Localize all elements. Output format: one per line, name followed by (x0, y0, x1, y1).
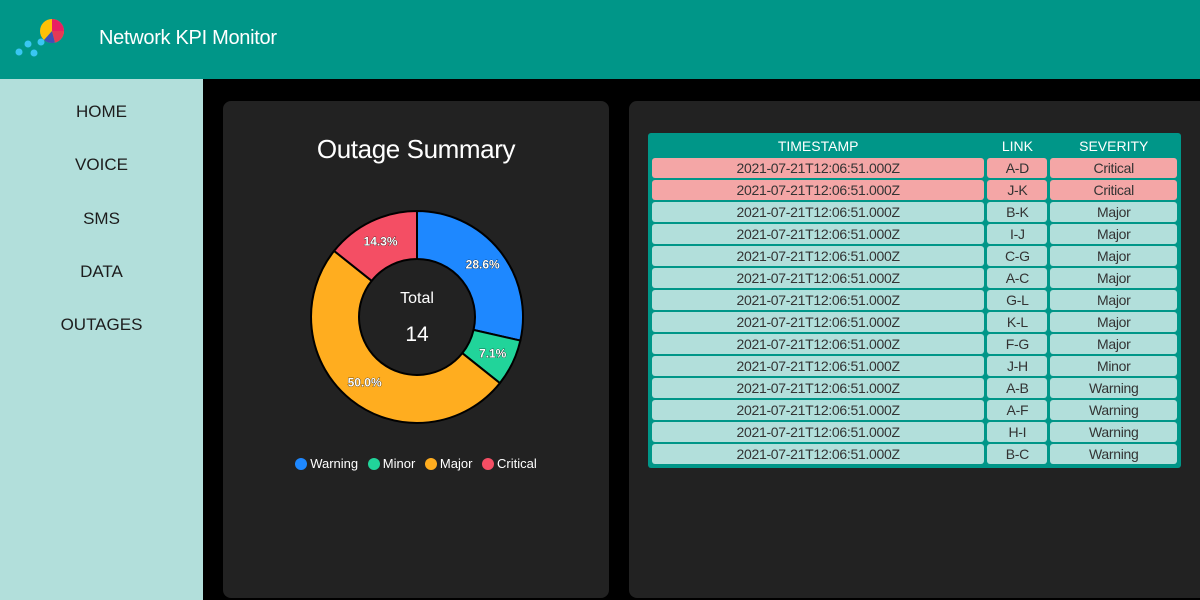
cell-timestamp: 2021-07-21T12:06:51.000Z (652, 246, 985, 266)
cell-severity: Major (1050, 224, 1177, 244)
cell-severity: Major (1050, 312, 1177, 332)
table-row[interactable]: 2021-07-21T12:06:51.000Z K-L Major (652, 312, 1177, 332)
table-header-row: TIMESTAMP LINK SEVERITY (652, 136, 1177, 156)
slice-percent-label: 7.1% (479, 346, 507, 360)
slice-percent-label: 28.6% (466, 258, 500, 272)
cell-link: I-J (987, 224, 1048, 244)
table-row[interactable]: 2021-07-21T12:06:51.000Z A-F Warning (652, 400, 1177, 420)
table-body: 2021-07-21T12:06:51.000Z A-D Critical 2021-… (652, 158, 1177, 464)
table-row[interactable]: 2021-07-21T12:06:51.000Z A-B Warning (652, 378, 1177, 398)
table-row[interactable]: 2021-07-21T12:06:51.000Z B-K Major (652, 202, 1177, 222)
cell-link: K-L (987, 312, 1048, 332)
cell-link: J-H (987, 356, 1048, 376)
cell-severity: Warning (1050, 378, 1177, 398)
cell-link: A-F (987, 400, 1048, 420)
cell-link: A-B (987, 378, 1048, 398)
cell-severity: Major (1050, 202, 1177, 222)
column-header-severity[interactable]: SEVERITY (1050, 136, 1177, 156)
cell-timestamp: 2021-07-21T12:06:51.000Z (652, 224, 985, 244)
sidebar-item-outages[interactable]: OUTAGES (0, 307, 203, 343)
legend-label: Critical (497, 456, 537, 471)
column-header-timestamp[interactable]: TIMESTAMP (652, 136, 984, 156)
cell-link: B-K (987, 202, 1048, 222)
slice-percent-label: 50.0% (348, 376, 382, 390)
cell-timestamp: 2021-07-21T12:06:51.000Z (652, 400, 985, 420)
chart-legend: Warning Minor Major Critical (223, 456, 609, 471)
cell-timestamp: 2021-07-21T12:06:51.000Z (652, 158, 985, 178)
cell-timestamp: 2021-07-21T12:06:51.000Z (652, 290, 985, 310)
cell-severity: Major (1050, 268, 1177, 288)
cell-timestamp: 2021-07-21T12:06:51.000Z (652, 378, 985, 398)
legend-swatch (482, 458, 495, 470)
legend-label: Major (439, 456, 473, 471)
cell-timestamp: 2021-07-21T12:06:51.000Z (652, 444, 985, 464)
legend-item-major[interactable]: Major (424, 456, 473, 471)
table-row[interactable]: 2021-07-21T12:06:51.000Z I-J Major (652, 224, 1177, 244)
cell-severity: Major (1050, 334, 1177, 354)
legend-label: Warning (310, 456, 359, 471)
cell-timestamp: 2021-07-21T12:06:51.000Z (652, 268, 985, 288)
column-header-link[interactable]: LINK (987, 136, 1047, 156)
outage-table: TIMESTAMP LINK SEVERITY 2021-07-21T12:06… (648, 133, 1181, 468)
cell-timestamp: 2021-07-21T12:06:51.000Z (652, 422, 985, 442)
table-row[interactable]: 2021-07-21T12:06:51.000Z J-K Critical (652, 180, 1177, 200)
cell-severity: Warning (1050, 400, 1177, 420)
cell-timestamp: 2021-07-21T12:06:51.000Z (652, 334, 985, 354)
sidebar-item-sms[interactable]: SMS (0, 201, 203, 237)
pie-chart-dots-logo-icon[interactable] (14, 14, 68, 60)
sidebar-item-voice[interactable]: VOICE (0, 147, 203, 183)
cell-link: A-D (987, 158, 1048, 178)
cell-link: J-K (987, 180, 1048, 200)
legend-label: Minor (382, 456, 416, 471)
slice-percent-label: 14.3% (364, 234, 398, 248)
cell-timestamp: 2021-07-21T12:06:51.000Z (652, 202, 985, 222)
cell-severity: Major (1050, 290, 1177, 310)
cell-link: F-G (987, 334, 1048, 354)
table-row[interactable]: 2021-07-21T12:06:51.000Z A-C Major (652, 268, 1177, 288)
donut-slice-warning[interactable] (416, 209, 524, 342)
cell-timestamp: 2021-07-21T12:06:51.000Z (652, 180, 985, 200)
table-row[interactable]: 2021-07-21T12:06:51.000Z J-H Minor (652, 356, 1177, 376)
cell-severity: Minor (1050, 356, 1177, 376)
cell-severity: Critical (1050, 180, 1177, 200)
legend-swatch (295, 458, 308, 470)
cell-link: G-L (987, 290, 1048, 310)
cell-severity: Warning (1050, 422, 1177, 442)
cell-timestamp: 2021-07-21T12:06:51.000Z (652, 312, 985, 332)
cell-severity: Warning (1050, 444, 1177, 464)
legend-swatch (424, 458, 437, 470)
cell-link: H-I (987, 422, 1048, 442)
table-row[interactable]: 2021-07-21T12:06:51.000Z A-D Critical (652, 158, 1177, 178)
top-app-bar: Network KPI Monitor (0, 0, 1200, 79)
cell-link: C-G (987, 246, 1048, 266)
table-row[interactable]: 2021-07-21T12:06:51.000Z F-G Major (652, 334, 1177, 354)
outage-table-panel: TIMESTAMP LINK SEVERITY 2021-07-21T12:06… (629, 101, 1200, 598)
cell-severity: Major (1050, 246, 1177, 266)
cell-severity: Critical (1050, 158, 1177, 178)
table-row[interactable]: 2021-07-21T12:06:51.000Z H-I Warning (652, 422, 1177, 442)
legend-item-critical[interactable]: Critical (482, 456, 537, 471)
legend-item-warning[interactable]: Warning (295, 456, 358, 471)
cell-link: B-C (987, 444, 1048, 464)
outage-donut-chart: 28.6% 7.1% 50.0% 14.3% Total 14 (310, 209, 524, 424)
cell-timestamp: 2021-07-21T12:06:51.000Z (652, 356, 985, 376)
table-row[interactable]: 2021-07-21T12:06:51.000Z G-L Major (652, 290, 1177, 310)
table-row[interactable]: 2021-07-21T12:06:51.000Z C-G Major (652, 246, 1177, 266)
outage-summary-panel: Outage Summary 28.6% 7.1% 50.0% 14.3% Total… (223, 101, 609, 598)
legend-item-minor[interactable]: Minor (367, 456, 416, 471)
legend-swatch (367, 458, 380, 470)
table-row[interactable]: 2021-07-21T12:06:51.000Z B-C Warning (652, 444, 1177, 464)
sidebar-item-data[interactable]: DATA (0, 254, 203, 290)
donut-center-value: 14 (405, 323, 429, 346)
sidebar-nav: HOME VOICE SMS DATA OUTAGES (0, 79, 203, 600)
app-title: Network KPI Monitor (99, 27, 277, 49)
donut-center-label: Total (400, 290, 434, 307)
sidebar-item-home[interactable]: HOME (0, 94, 203, 130)
cell-link: A-C (987, 268, 1048, 288)
